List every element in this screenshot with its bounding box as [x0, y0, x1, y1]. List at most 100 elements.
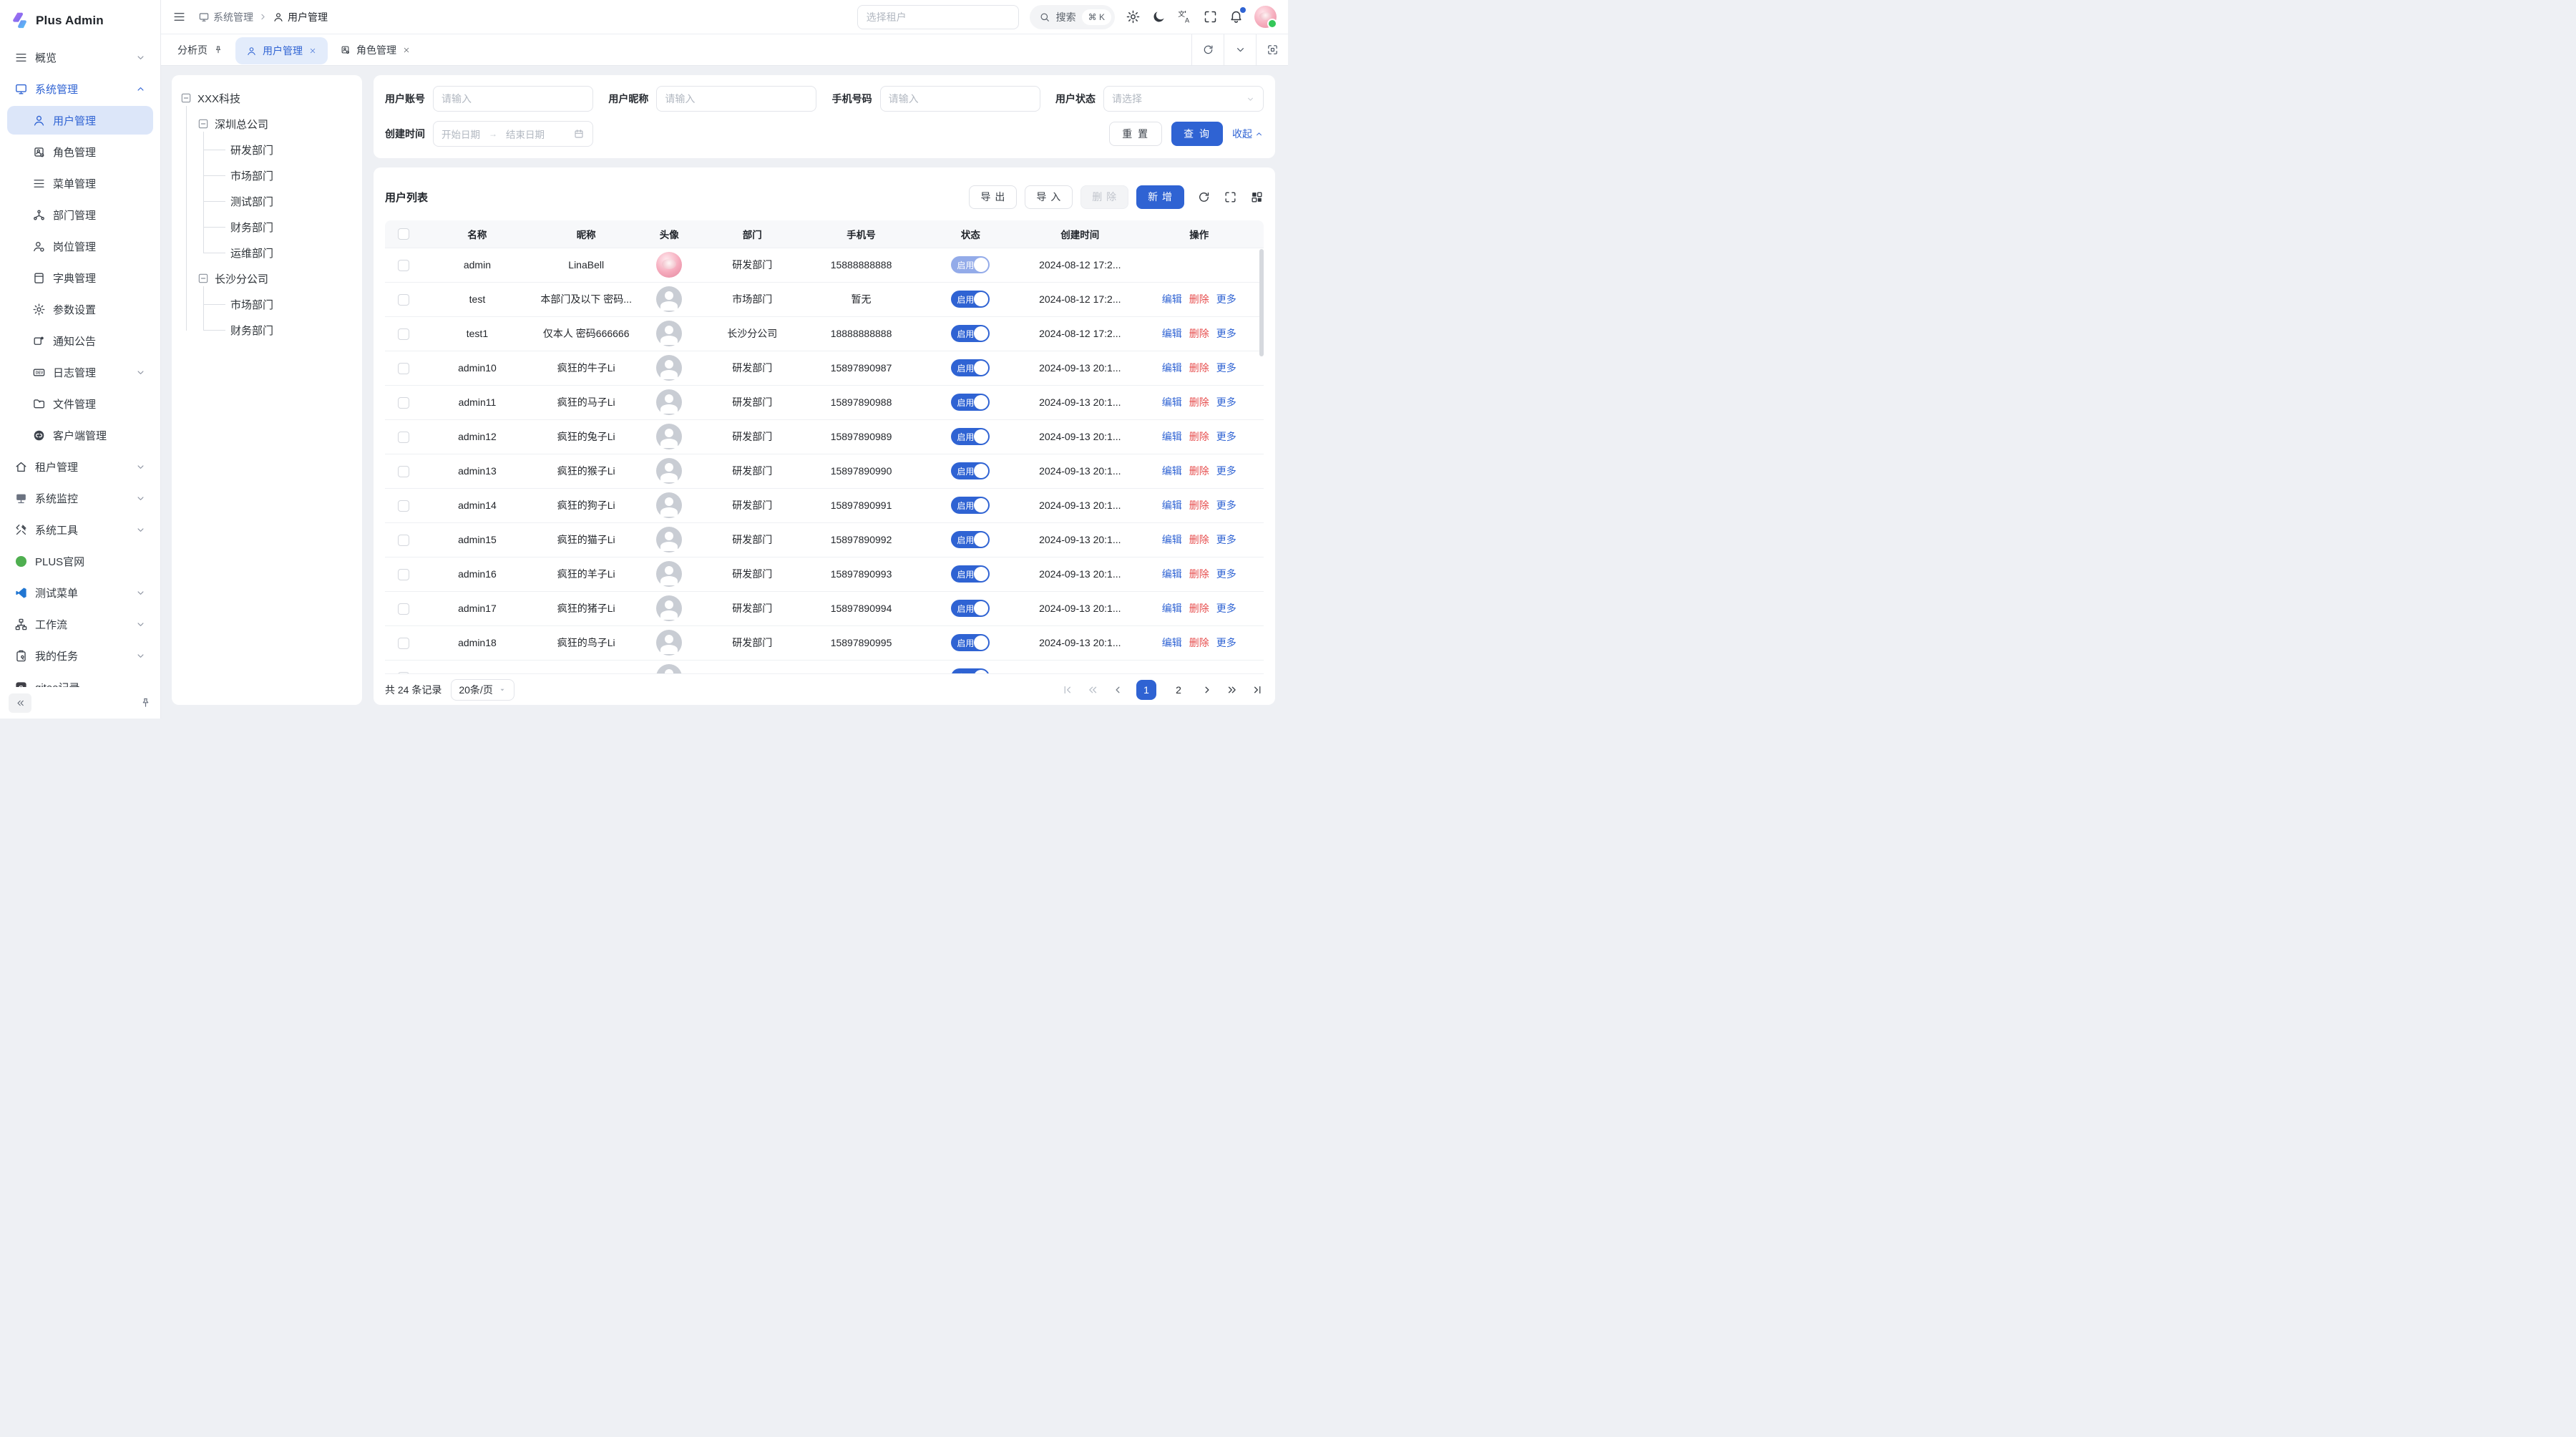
row-checkbox[interactable] [398, 466, 409, 477]
user-nickname-input[interactable]: 请输入 [656, 86, 816, 112]
edit-link[interactable]: 编辑 [1162, 395, 1182, 409]
breadcrumb-item-system-management[interactable]: 系统管理 [198, 10, 253, 24]
add-button[interactable]: 新 增 [1136, 185, 1184, 209]
sidebar-item-user-management[interactable]: 用户管理 [7, 106, 153, 135]
sidebar-item-plus-website[interactable]: PLUS官网 [7, 547, 153, 575]
delete-link[interactable]: 删除 [1189, 429, 1209, 444]
status-toggle[interactable]: 启用 [951, 325, 990, 342]
row-checkbox[interactable] [398, 432, 409, 443]
status-toggle[interactable]: 启用 [951, 428, 990, 445]
row-checkbox[interactable] [398, 672, 409, 673]
status-toggle[interactable]: 启用 [951, 291, 990, 308]
tab-role-management[interactable]: 角色管理 [329, 34, 421, 65]
tabbar-collapse-button[interactable] [1224, 34, 1256, 65]
delete-link[interactable]: 删除 [1189, 498, 1209, 512]
query-button[interactable]: 查 询 [1171, 122, 1223, 146]
column-settings-icon[interactable] [1250, 190, 1264, 204]
delete-link[interactable]: 删除 [1189, 601, 1209, 615]
collapse-filters-link[interactable]: 收起 [1232, 127, 1264, 141]
tree-node[interactable]: 财务部门 [215, 317, 353, 343]
more-link[interactable]: 更多 [1216, 532, 1236, 547]
sidebar-item-param-settings[interactable]: 参数设置 [7, 295, 153, 323]
sidebar-item-my-tasks[interactable]: 我的任务 [7, 641, 153, 670]
delete-link[interactable]: 删除 [1189, 326, 1209, 341]
breadcrumb-item-user-management[interactable]: 用户管理 [273, 10, 328, 24]
tree-collapse-icon[interactable] [180, 92, 192, 104]
row-checkbox[interactable] [398, 603, 409, 615]
delete-link[interactable]: 删除 [1189, 635, 1209, 650]
translate-icon[interactable]: 文A [1177, 9, 1192, 24]
status-toggle[interactable]: 启用 [951, 565, 990, 583]
last-page-button[interactable] [1251, 683, 1264, 696]
tree-node[interactable]: 长沙分公司 [197, 266, 353, 291]
tree-node[interactable]: XXX科技 [180, 85, 353, 111]
delete-link[interactable]: 删除 [1189, 567, 1209, 581]
sidebar-collapse-button[interactable] [9, 693, 31, 713]
import-button[interactable]: 导 入 [1025, 185, 1073, 209]
delete-link[interactable]: 删除 [1189, 464, 1209, 478]
first-page-button[interactable] [1061, 683, 1074, 696]
row-checkbox[interactable] [398, 328, 409, 340]
settings-icon[interactable] [1126, 9, 1141, 24]
close-icon[interactable] [308, 47, 317, 55]
reset-button[interactable]: 重 置 [1109, 122, 1162, 146]
status-toggle[interactable]: 启用 [951, 462, 990, 479]
more-link[interactable]: 更多 [1216, 498, 1236, 512]
tree-node[interactable]: 深圳总公司 [197, 111, 353, 137]
edit-link[interactable]: 编辑 [1162, 567, 1182, 581]
sidebar-item-workflow[interactable]: 工作流 [7, 610, 153, 638]
tree-node[interactable]: 运维部门 [215, 240, 353, 266]
table-scrollbar[interactable] [1259, 249, 1264, 356]
select-all-checkbox[interactable] [398, 228, 409, 240]
tree-node[interactable]: 市场部门 [215, 291, 353, 317]
sidebar-item-system-management[interactable]: 系统管理 [7, 74, 153, 103]
status-toggle[interactable]: 启用 [951, 600, 990, 617]
tree-node[interactable]: 测试部门 [215, 188, 353, 214]
tabbar-refresh-button[interactable] [1191, 34, 1224, 65]
table-fullscreen-icon[interactable] [1224, 190, 1237, 204]
edit-link[interactable]: 编辑 [1162, 292, 1182, 306]
next-page-button[interactable] [1201, 683, 1214, 696]
status-toggle[interactable]: 启用 [951, 497, 990, 514]
sidebar-pin-icon[interactable] [140, 697, 152, 709]
status-toggle[interactable]: 启用 [951, 634, 990, 651]
tab-user-management[interactable]: 用户管理 [235, 37, 328, 64]
tree-node[interactable]: 研发部门 [215, 137, 353, 162]
more-link[interactable]: 更多 [1216, 635, 1236, 650]
status-toggle[interactable]: 启用 [951, 359, 990, 376]
more-link[interactable]: 更多 [1216, 567, 1236, 581]
sidebar-item-system-tools[interactable]: 系统工具 [7, 515, 153, 544]
edit-link[interactable]: 编辑 [1162, 361, 1182, 375]
prev-pages-button[interactable] [1086, 683, 1099, 696]
row-checkbox[interactable] [398, 397, 409, 409]
notifications-icon[interactable] [1229, 9, 1244, 24]
sidebar-item-menu-management[interactable]: 菜单管理 [7, 169, 153, 198]
row-checkbox[interactable] [398, 260, 409, 271]
more-link[interactable]: 更多 [1216, 601, 1236, 615]
delete-link[interactable]: 删除 [1189, 532, 1209, 547]
more-link[interactable]: 更多 [1216, 429, 1236, 444]
more-link[interactable]: 更多 [1216, 395, 1236, 409]
next-pages-button[interactable] [1226, 683, 1239, 696]
sidebar-item-client-management[interactable]: 客户端管理 [7, 421, 153, 449]
edit-link[interactable]: 编辑 [1162, 498, 1182, 512]
sidebar-item-system-monitor[interactable]: 系统监控 [7, 484, 153, 512]
tab-analysis[interactable]: 分析页 [167, 34, 234, 65]
status-toggle[interactable]: 启用 [951, 668, 990, 673]
more-link[interactable]: 更多 [1216, 361, 1236, 375]
pin-icon[interactable] [213, 45, 223, 55]
fullscreen-icon[interactable] [1203, 9, 1218, 24]
edit-link[interactable]: 编辑 [1162, 635, 1182, 650]
sidebar-item-gitee-log[interactable]: Ggitee记录 [7, 673, 153, 687]
page-number-2[interactable]: 2 [1169, 680, 1189, 700]
export-button[interactable]: 导 出 [969, 185, 1017, 209]
status-toggle[interactable]: 启用 [951, 531, 990, 548]
sidebar-item-role-management[interactable]: 角色管理 [7, 137, 153, 166]
user-avatar[interactable] [1254, 6, 1277, 28]
status-toggle[interactable]: 启用 [951, 256, 990, 273]
tabbar-content-fullscreen-button[interactable] [1256, 34, 1288, 65]
delete-button[interactable]: 删 除 [1080, 185, 1128, 209]
sidebar-item-log-management[interactable]: DEV日志管理 [7, 358, 153, 386]
sidebar-item-overview[interactable]: 概览 [7, 43, 153, 72]
row-checkbox[interactable] [398, 363, 409, 374]
